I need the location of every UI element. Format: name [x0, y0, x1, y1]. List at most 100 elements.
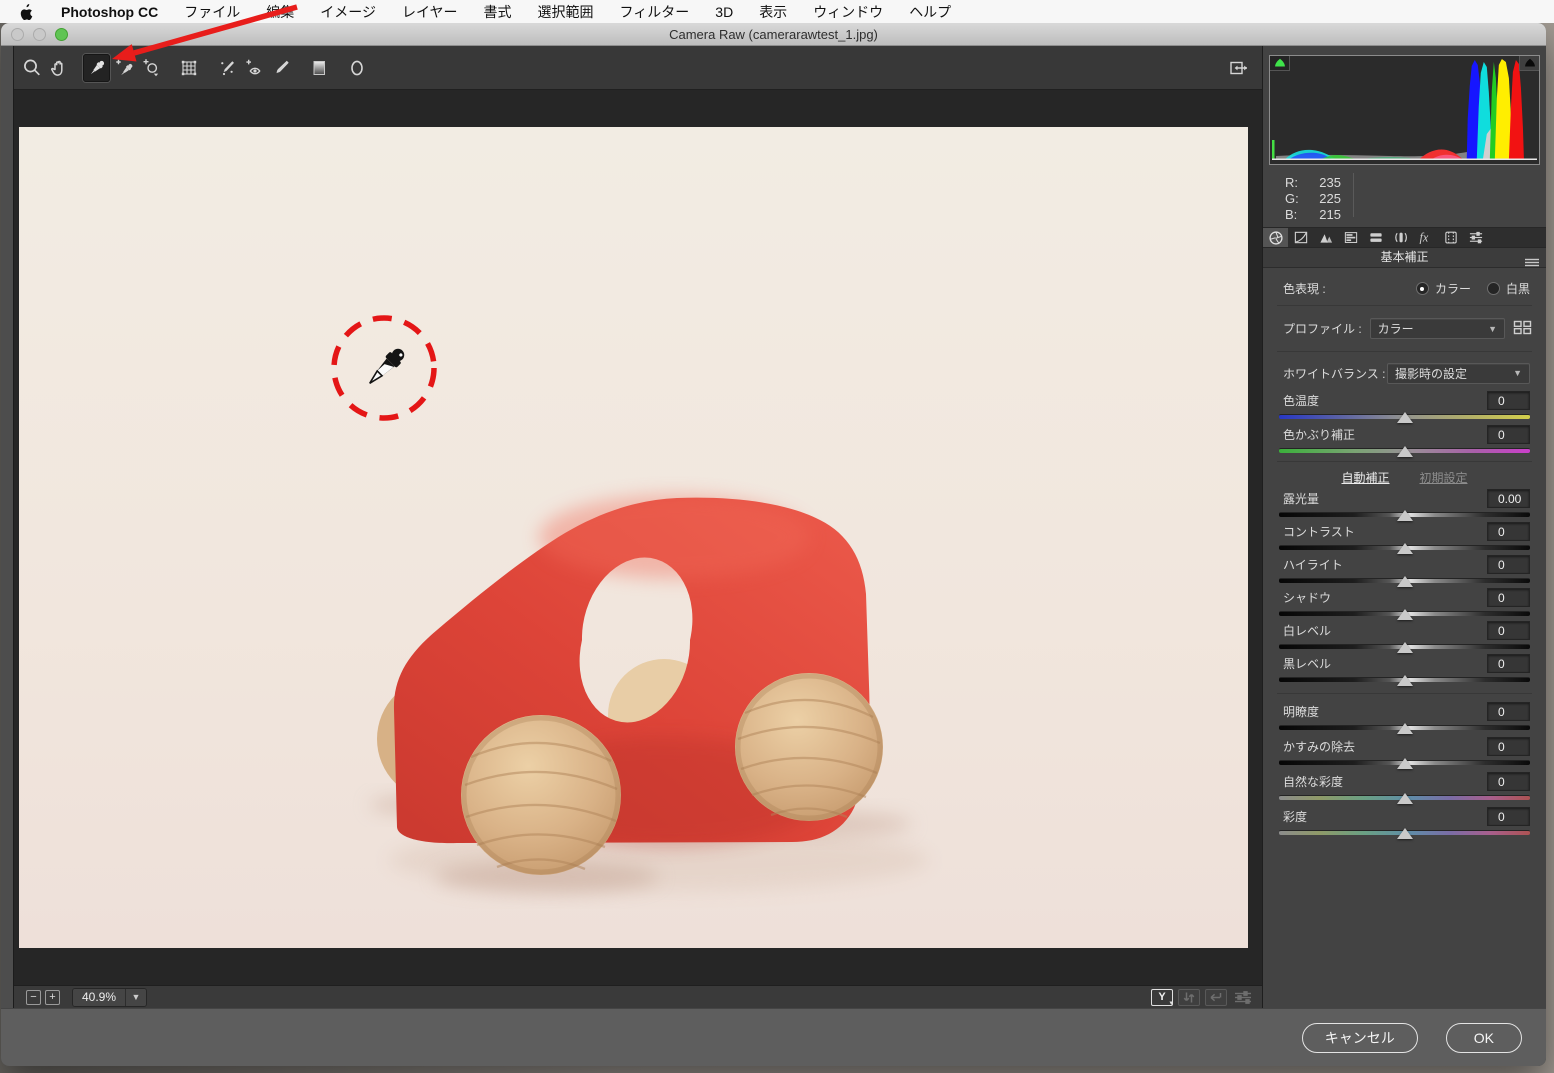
copy-settings-button[interactable] — [1205, 989, 1227, 1006]
apple-menu-icon[interactable] — [20, 3, 35, 20]
tab-presets[interactable] — [1463, 228, 1488, 247]
cancel-button[interactable]: キャンセル — [1302, 1023, 1418, 1053]
menubar-item[interactable]: レイヤー — [402, 2, 458, 22]
slider-thumb[interactable] — [1397, 793, 1413, 804]
slider-thumb[interactable] — [1397, 543, 1413, 554]
tab-detail[interactable] — [1313, 228, 1338, 247]
preview-toggle-button[interactable]: Y▾ — [1151, 989, 1173, 1006]
tab-split-toning[interactable] — [1363, 228, 1388, 247]
radio-button-icon[interactable] — [1487, 282, 1500, 295]
menubar-item[interactable]: Photoshop CC — [61, 4, 158, 20]
menubar-item[interactable]: ウィンドウ — [813, 2, 883, 22]
graduated-filter-tool[interactable] — [305, 54, 332, 82]
slider-thumb[interactable] — [1397, 609, 1413, 620]
radial-filter-tool[interactable] — [343, 54, 370, 82]
menubar-item[interactable]: 編集 — [266, 2, 294, 22]
color-sampler-tool[interactable] — [110, 54, 137, 82]
highlight-clipping-indicator[interactable] — [1519, 56, 1539, 71]
menubar-item[interactable]: ファイル — [184, 2, 240, 22]
red-eye-tool[interactable] — [240, 54, 267, 82]
slider-value-field[interactable]: 0 — [1487, 555, 1530, 574]
slider-value-field[interactable]: 0 — [1487, 621, 1530, 640]
radio-color[interactable]: カラー — [1416, 280, 1471, 297]
preview-canvas[interactable] — [14, 90, 1262, 985]
auto-adjust-link[interactable]: 自動補正 — [1341, 469, 1389, 486]
slider-thumb[interactable] — [1397, 675, 1413, 686]
tab-hsl-grayscale[interactable] — [1338, 228, 1363, 247]
spot-removal-tool[interactable] — [213, 54, 240, 82]
slider-thumb[interactable] — [1397, 412, 1413, 423]
radio-bw[interactable]: 白黒 — [1487, 280, 1530, 297]
zoom-tool[interactable] — [18, 54, 45, 82]
white-balance-dropdown[interactable]: 撮影時の設定 ▼ — [1387, 363, 1530, 384]
minimize-button[interactable] — [33, 28, 46, 41]
targeted-adjustment-tool[interactable] — [137, 54, 164, 82]
menubar-item[interactable]: 書式 — [484, 2, 512, 22]
transform-tool[interactable] — [175, 54, 202, 82]
tab-tone-curve[interactable] — [1288, 228, 1313, 247]
slider-row: コントラスト 0 — [1263, 522, 1546, 555]
slider-value-field[interactable]: 0 — [1487, 391, 1530, 410]
camera-raw-dialog: Camera Raw (camerarawtest_1.jpg) — [1, 23, 1546, 1066]
toy-car-image — [19, 127, 1248, 948]
slider-value-field[interactable]: 0 — [1487, 654, 1530, 673]
tab-camera-calibration[interactable] — [1438, 228, 1463, 247]
histogram — [1269, 55, 1540, 165]
default-settings-link[interactable]: 初期設定 — [1420, 469, 1468, 486]
slider-thumb[interactable] — [1397, 576, 1413, 587]
menubar-item[interactable]: 3D — [715, 4, 733, 20]
tab-basic[interactable] — [1263, 228, 1288, 247]
slider-label: かすみの除去 — [1283, 738, 1355, 755]
divider — [1277, 461, 1532, 462]
menubar-item[interactable]: 表示 — [759, 2, 787, 22]
title-bar[interactable]: Camera Raw (camerarawtest_1.jpg) — [1, 23, 1546, 46]
toggle-fullscreen-icon[interactable] — [1225, 54, 1252, 82]
tab-effects[interactable]: fx — [1413, 228, 1438, 247]
menubar-item[interactable]: ヘルプ — [909, 2, 951, 22]
photo-preview[interactable] — [19, 127, 1248, 948]
slider-value-field[interactable]: 0 — [1487, 522, 1530, 541]
zoom-in-button[interactable]: + — [45, 990, 60, 1005]
menubar-item[interactable]: 選択範囲 — [538, 2, 594, 22]
slider-thumb[interactable] — [1397, 723, 1413, 734]
slider-row: 明瞭度 0 — [1263, 702, 1546, 735]
zoom-level-select[interactable]: 40.9% ▼ — [72, 988, 147, 1007]
white-balance-value: 撮影時の設定 — [1395, 365, 1467, 382]
close-button[interactable] — [11, 28, 24, 41]
slider-value-field[interactable]: 0 — [1487, 425, 1530, 444]
slider-thumb[interactable] — [1397, 642, 1413, 653]
slider-thumb[interactable] — [1397, 758, 1413, 769]
profile-dropdown[interactable]: カラー ▼ — [1370, 318, 1505, 339]
menubar-item[interactable]: イメージ — [320, 2, 376, 22]
panel-menu-icon[interactable] — [1525, 254, 1539, 273]
rgb-channel-label: G: — [1285, 191, 1307, 207]
white-balance-tool[interactable] — [83, 54, 110, 82]
zoom-window-button[interactable] — [55, 28, 68, 41]
slider-row: 色かぶり補正 0 — [1263, 425, 1546, 458]
profile-row: プロファイル : カラー ▼ — [1263, 309, 1546, 348]
tab-lens-corrections[interactable] — [1388, 228, 1413, 247]
slider-value-field[interactable]: 0 — [1487, 702, 1530, 721]
chevron-down-icon[interactable]: ▼ — [125, 989, 146, 1006]
slider-thumb[interactable] — [1397, 828, 1413, 839]
rgb-channel-value: 225 — [1307, 191, 1341, 207]
traffic-lights — [11, 28, 68, 41]
slider-value-field[interactable]: 0 — [1487, 737, 1530, 756]
swap-settings-button[interactable] — [1178, 989, 1200, 1006]
hand-tool[interactable] — [45, 54, 72, 82]
slider-value-field[interactable]: 0.00 — [1487, 489, 1530, 508]
left-gutter — [1, 46, 14, 1008]
slider-thumb[interactable] — [1397, 446, 1413, 457]
zoom-out-button[interactable]: − — [26, 990, 41, 1005]
shadow-clipping-indicator[interactable] — [1270, 56, 1290, 71]
adjustment-brush-tool[interactable] — [267, 54, 294, 82]
preview-preferences-icon[interactable] — [1232, 989, 1254, 1006]
slider-value-field[interactable]: 0 — [1487, 588, 1530, 607]
profile-browser-icon[interactable] — [1513, 320, 1532, 338]
ok-button[interactable]: OK — [1446, 1023, 1522, 1053]
radio-button-icon[interactable] — [1416, 282, 1429, 295]
menubar-item[interactable]: フィルター — [620, 2, 690, 22]
slider-value-field[interactable]: 0 — [1487, 807, 1530, 826]
slider-value-field[interactable]: 0 — [1487, 772, 1530, 791]
slider-thumb[interactable] — [1397, 510, 1413, 521]
